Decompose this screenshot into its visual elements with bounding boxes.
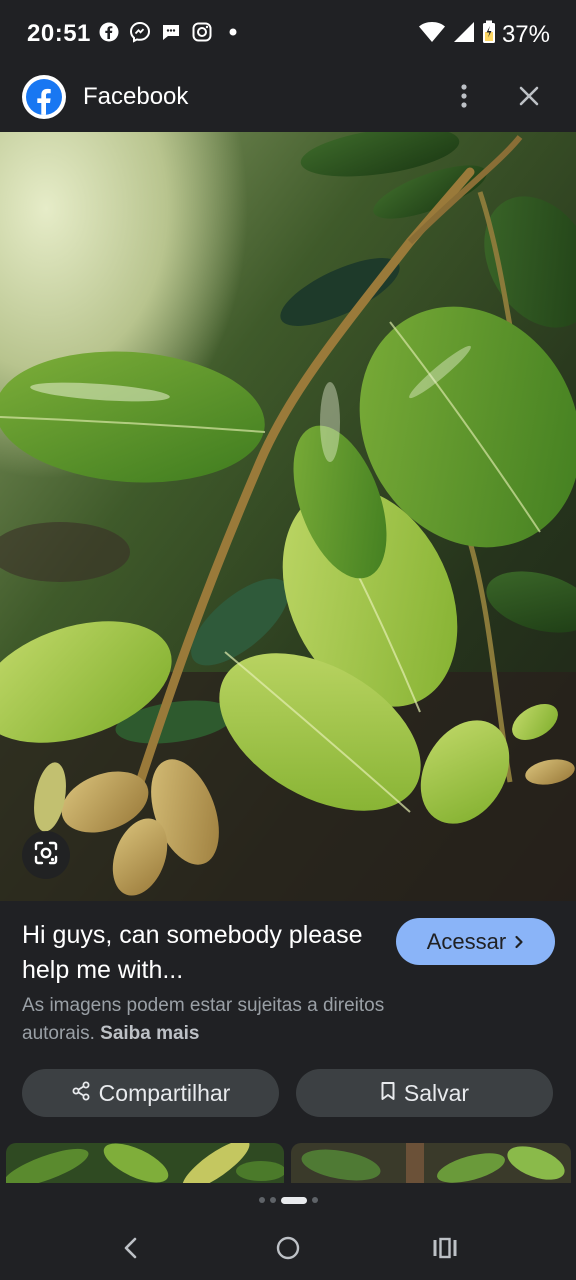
battery-percent: 37%	[501, 20, 550, 48]
back-icon	[122, 1236, 140, 1265]
system-status: 37%	[418, 20, 550, 49]
chevron-right-icon	[514, 929, 524, 955]
result-title[interactable]: Hi guys, can somebody please help me wit…	[22, 918, 382, 988]
lens-button[interactable]	[22, 831, 70, 879]
page-dot	[269, 1197, 276, 1203]
result-image[interactable]	[0, 132, 576, 901]
save-button[interactable]: Salvar	[296, 1069, 553, 1117]
home-button[interactable]	[268, 1230, 308, 1270]
more-vert-icon	[460, 83, 468, 114]
visit-button[interactable]: Acessar	[396, 918, 555, 965]
copyright-notice: As imagens podem estar sujeitas a direit…	[22, 992, 442, 1048]
lens-icon	[33, 840, 59, 871]
instagram-icon	[191, 21, 213, 43]
bookmark-icon	[380, 1080, 396, 1107]
share-button[interactable]: Compartilhar	[22, 1069, 279, 1117]
facebook-icon	[22, 75, 66, 119]
home-icon	[275, 1235, 301, 1266]
share-icon	[71, 1080, 91, 1107]
related-images	[0, 1143, 576, 1183]
battery-icon	[482, 20, 496, 49]
notification-dot-icon	[222, 21, 244, 43]
app-title: Facebook	[83, 83, 189, 110]
recents-button[interactable]	[425, 1230, 465, 1270]
navigation-bar	[0, 1216, 576, 1280]
recents-icon	[432, 1237, 458, 1264]
learn-more-link[interactable]: Saiba mais	[100, 1023, 199, 1044]
plant-leaves-image	[0, 132, 576, 901]
wifi-icon	[418, 20, 446, 49]
messenger-icon	[129, 21, 151, 43]
close-icon	[518, 85, 540, 112]
signal-icon	[452, 20, 476, 49]
page-dot	[311, 1197, 318, 1203]
back-button[interactable]	[111, 1230, 151, 1270]
page-indicator	[0, 1196, 576, 1204]
related-image-thumbnail[interactable]	[291, 1143, 571, 1183]
more-options-button[interactable]	[448, 80, 480, 116]
close-button[interactable]	[512, 80, 546, 116]
page-dot-active	[280, 1196, 307, 1204]
share-label: Compartilhar	[98, 1079, 231, 1106]
save-label: Salvar	[403, 1079, 470, 1106]
facebook-notification-icon	[98, 21, 120, 43]
status-time: 20:51	[27, 20, 91, 47]
app-bar: Facebook	[0, 68, 576, 132]
page-dot	[258, 1197, 265, 1203]
chat-icon	[160, 21, 182, 43]
status-bar: 20:51 37%	[0, 0, 576, 68]
notification-icons	[98, 21, 244, 43]
related-image-thumbnail[interactable]	[6, 1143, 284, 1183]
visit-label: Acessar	[426, 928, 507, 954]
copyright-text: As imagens podem estar sujeitas a direit…	[22, 995, 385, 1044]
